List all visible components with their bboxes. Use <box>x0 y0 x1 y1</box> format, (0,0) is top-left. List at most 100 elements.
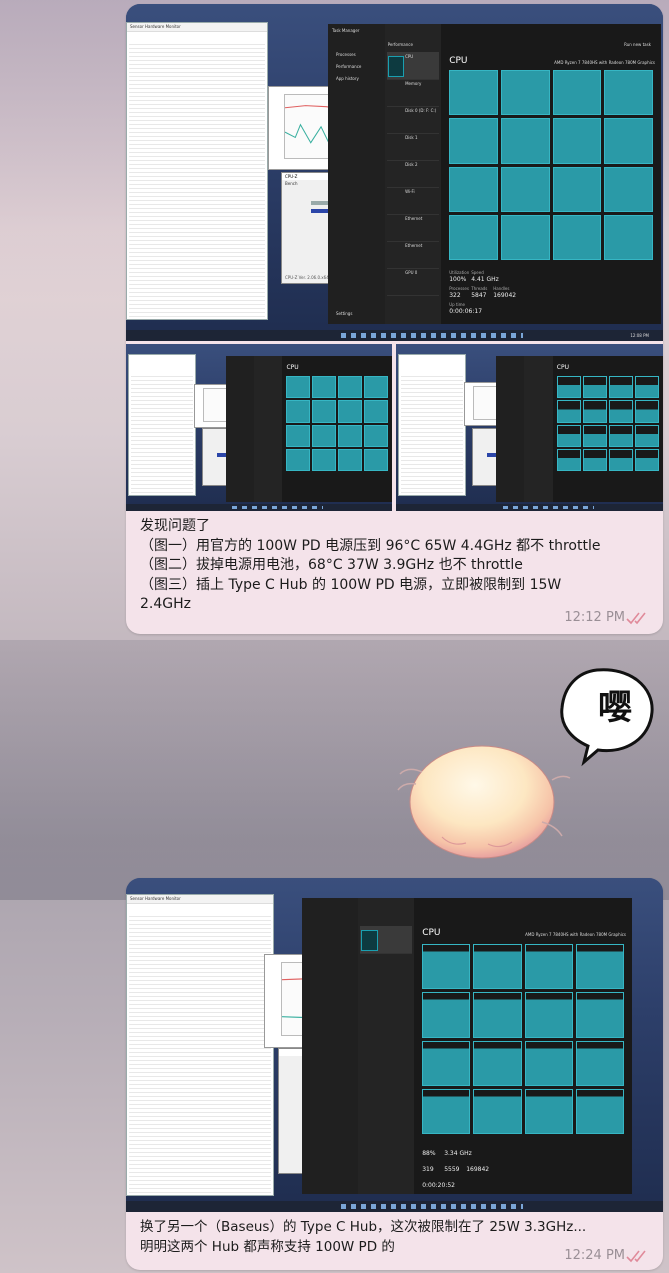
message-2-time: 12:24 PM <box>564 1248 625 1263</box>
tm-utilization-value-4: 88% <box>422 1150 436 1157</box>
tm-run-new-task[interactable]: Run new task <box>624 42 651 47</box>
core-graph <box>449 70 498 116</box>
task-manager-window: CPU <box>226 356 392 502</box>
tm-list-disk1-label: Disk 1 <box>405 135 418 140</box>
tm-list-item-gpu[interactable]: GPU 0 <box>386 268 439 296</box>
task-manager-window: CPU AMD Ryzen 7 7840HS with Radeon 780M … <box>302 898 632 1194</box>
tm-handles-value-4: 169842 <box>466 1166 490 1173</box>
hwmonitor-window: Sensor Hardware Monitor <box>126 22 268 320</box>
tm-nav-performance[interactable]: Performance <box>336 64 361 69</box>
core-graph <box>449 118 498 164</box>
message-1-time: 12:12 PM <box>564 610 625 625</box>
tm-list-item-wifi[interactable]: Wi-Fi <box>386 187 439 215</box>
tm-list-wifi-label: Wi-Fi <box>405 189 415 194</box>
tm-list-disk0-label: Disk 0 (D: F: C:) <box>405 108 437 113</box>
tm-cpu-heading: CPU <box>449 56 468 66</box>
core-graph <box>552 214 602 260</box>
core-graph <box>500 70 550 116</box>
tm-cpu-heading-3: CPU <box>556 364 569 371</box>
tm-uptime-value: 0:00:06:17 <box>449 308 483 315</box>
tm-nav-app-history[interactable]: App history <box>336 76 359 81</box>
tm-speed-label: Speed <box>471 270 484 275</box>
tm-list-disk2-label: Disk 2 <box>405 162 418 167</box>
tm-list-item-disk0[interactable]: Disk 0 (D: F: C:) <box>386 106 439 134</box>
tm-list-item-cpu[interactable]: CPU <box>386 52 439 80</box>
core-graph <box>552 118 602 164</box>
core-graph <box>604 118 653 164</box>
tm-list-ethernet2-label: Ethernet <box>405 243 423 248</box>
tm-speed-value: 4.41 GHz <box>471 276 499 283</box>
message-bubble-2[interactable]: Sensor Hardware Monitor CPU AMD Ryzen 7 … <box>126 878 663 1270</box>
tm-list-ethernet1-label: Ethernet <box>405 216 423 221</box>
windows-taskbar <box>126 504 392 511</box>
message-bubble-1[interactable]: Sensor Hardware Monitor CPU-Z Bench CPU-… <box>126 4 663 634</box>
core-graph <box>604 70 653 116</box>
task-manager-window: Task Manager Processes Performance App h… <box>328 24 661 324</box>
tm-cpu-heading-2: CPU <box>286 364 299 371</box>
caption-line: 2.4GHz <box>140 596 191 613</box>
core-graph <box>604 166 653 212</box>
screenshot-1[interactable]: Sensor Hardware Monitor CPU-Z Bench CPU-… <box>126 4 663 341</box>
tm-list-item-disk1[interactable]: Disk 1 <box>386 133 439 161</box>
caption-line: （图一）用官方的 100W PD 电源压到 96°C 65W 4.4GHz 都不… <box>140 537 601 554</box>
tm-handles-value: 169042 <box>493 292 517 299</box>
hwmonitor-title: Sensor Hardware Monitor <box>127 23 267 32</box>
tm-cpu-core-grid <box>449 70 653 260</box>
caption-line: （图二）拔掉电源用电池，68°C 37W 3.9GHz 也不 throttle <box>140 557 523 574</box>
task-manager-window: CPU <box>496 356 663 502</box>
tm-processor-name: AMD Ryzen 7 7840HS with Radeon 780M Grap… <box>554 60 655 65</box>
hwmonitor-title-2: Sensor Hardware Monitor <box>127 895 273 904</box>
tm-utilization-value: 100% <box>449 276 467 283</box>
tm-cpu-core-grid-2 <box>286 376 388 471</box>
caption-line: （图三）插上 Type C Hub 的 100W PD 电源，立即被限制到 15… <box>140 576 562 593</box>
tm-speed-value-4: 3.34 GHz <box>444 1150 472 1157</box>
tm-cpu-core-grid-3 <box>556 376 659 471</box>
tm-nav-settings[interactable]: Settings <box>336 311 352 316</box>
tm-list-memory-label: Memory <box>405 81 422 86</box>
screenshot-2[interactable]: CPU <box>126 344 392 511</box>
tm-threads-value: 5847 <box>471 292 487 299</box>
caption-line: 换了另一个（Baseus）的 Type C Hub，这次被限制在了 25W 3.… <box>140 1219 587 1235</box>
core-graph <box>449 166 498 212</box>
screenshot-3[interactable]: CPU <box>396 344 663 511</box>
core-graph <box>552 166 602 212</box>
tm-list-cpu-label: CPU <box>405 54 414 59</box>
hwmonitor-sensor-rows <box>129 41 265 317</box>
tm-processor-name-4: AMD Ryzen 7 7840HS with Radeon 780M Grap… <box>525 932 626 937</box>
tm-sidebar: Task Manager Processes Performance App h… <box>328 24 385 324</box>
tm-list-item-ethernet-1[interactable]: Ethernet <box>386 214 439 242</box>
core-graph <box>604 214 653 260</box>
screenshot-4[interactable]: Sensor Hardware Monitor CPU AMD Ryzen 7 … <box>126 878 663 1212</box>
caption-line: 明明这两个 Hub 都声称支持 100W PD 的 <box>140 1238 395 1255</box>
tm-list-gpu-label: GPU 0 <box>405 270 418 275</box>
tm-cpu-heading-4: CPU <box>422 928 441 938</box>
core-graph <box>500 118 550 164</box>
hwmonitor-window: Sensor Hardware Monitor <box>126 894 274 1196</box>
tm-uptime-value-4: 0:00:20:52 <box>422 1182 455 1189</box>
tm-processes-value: 322 <box>449 292 461 299</box>
cpuz-version: CPU-Z Ver. 2.06.0.x64 <box>285 275 329 280</box>
read-receipt-icon <box>626 612 646 625</box>
sticker-fluffy-ball[interactable]: 嘤 <box>392 662 664 868</box>
core-graph <box>552 70 602 116</box>
read-receipt-icon <box>626 1250 646 1263</box>
tm-list-item-memory[interactable]: Memory <box>386 79 439 107</box>
core-graph <box>449 214 498 260</box>
tm-list-item-disk2[interactable]: Disk 2 <box>386 160 439 188</box>
windows-taskbar <box>126 1201 663 1212</box>
windows-taskbar: 12:08 PM <box>126 330 663 341</box>
core-graph <box>500 166 550 212</box>
hwmonitor-window <box>128 354 196 496</box>
windows-taskbar <box>396 504 663 511</box>
tm-title: Task Manager <box>332 28 360 33</box>
tm-threads-label: Threads <box>471 286 488 291</box>
sticker-bubble-text: 嘤 <box>598 688 632 728</box>
message-1-caption: 发现问题了 （图一）用官方的 100W PD 电源压到 96°C 65W 4.4… <box>140 517 600 615</box>
tm-nav-processes[interactable]: Processes <box>336 52 356 57</box>
tm-cpu-core-grid-4 <box>422 944 624 1134</box>
core-graph <box>500 214 550 260</box>
tm-handles-label: Handles <box>493 286 510 291</box>
tm-main-panel: Run new task CPU AMD Ryzen 7 7840HS with… <box>441 24 661 324</box>
tray-clock: 12:08 PM <box>630 333 649 338</box>
tm-list-item-ethernet-2[interactable]: Ethernet <box>386 241 439 269</box>
